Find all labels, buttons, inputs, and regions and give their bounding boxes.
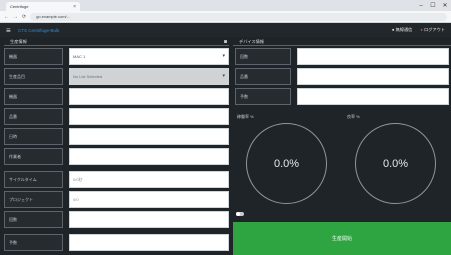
text-field[interactable]	[69, 211, 229, 228]
logout-label: ログアウト	[424, 27, 445, 32]
field-label: 品番	[4, 108, 63, 125]
text-field[interactable]	[297, 68, 449, 85]
field-label: 予数	[4, 234, 63, 251]
tab-title: Centrifuge	[10, 4, 29, 9]
header-actions: ● 無線通信 ● ログアウト	[392, 27, 445, 33]
field-label: 品番	[235, 68, 291, 85]
text-field[interactable]	[69, 128, 229, 145]
reload-icon[interactable]: ⟳	[22, 14, 26, 20]
field-placeholder: 0/0秒	[73, 176, 83, 182]
machine-select[interactable]: MAC 1	[69, 48, 229, 65]
logout-button[interactable]: ● ログアウト	[420, 27, 445, 33]
app-header: ≡ CTS Centrifuge-Bulk ● 無線通信 ● ログアウト	[0, 23, 451, 37]
panel-title: 生産情報	[10, 38, 27, 44]
field-label: 作業者	[4, 148, 63, 165]
device-row: 予数	[235, 88, 449, 105]
maximize-icon[interactable]: ☐	[427, 2, 439, 9]
form-row: 機器 MAC 1	[4, 48, 229, 65]
hamburger-menu-icon[interactable]: ≡	[6, 26, 18, 35]
field-label: 機器	[4, 88, 63, 105]
form-row: プロジェクト 0/0	[4, 191, 229, 208]
device-row: 回数	[235, 48, 449, 65]
text-field[interactable]	[297, 88, 449, 105]
field-placeholder: 0/0	[73, 197, 79, 202]
text-field[interactable]: 0/0秒	[69, 171, 229, 188]
text-field[interactable]	[69, 148, 229, 165]
text-field[interactable]	[69, 108, 229, 125]
field-label: 予数	[235, 88, 291, 105]
field-label: プロジェクト	[4, 191, 63, 208]
field-label: 生産品目	[4, 68, 63, 85]
panel-title: デバイス情報	[239, 38, 264, 44]
production-info-panel: 生産情報 ◙ 機器 MAC 1 生産品目 No List Selected 機器…	[4, 38, 229, 255]
field-label: 回数	[235, 48, 291, 65]
camera-icon[interactable]: ◙	[224, 39, 227, 45]
device-info-header: デバイス情報	[233, 38, 451, 46]
form-row: 機器	[4, 88, 229, 105]
address-bar: ← → ⟳ go.example.com/...	[0, 11, 451, 23]
connection-status: ● 無線通信	[391, 27, 413, 32]
minimize-icon[interactable]: –	[415, 3, 427, 9]
form-row: 生産品目 No List Selected	[4, 68, 229, 85]
text-field[interactable]	[297, 48, 449, 65]
toggle-switch[interactable]	[236, 212, 244, 216]
device-row: 品番	[235, 68, 449, 85]
logout-icon: ●	[420, 27, 423, 32]
app-brand: CTS Centrifuge-Bulk	[18, 27, 60, 33]
text-field[interactable]	[69, 88, 229, 105]
production-info-header: 生産情報 ◙	[4, 38, 229, 46]
yield-rate-gauge: 0.0%	[355, 123, 436, 204]
form-row: 作業者	[4, 148, 229, 165]
gauge-value: 0.0%	[382, 157, 409, 170]
form-row: 回数	[4, 211, 229, 228]
form-row: 日時	[4, 128, 229, 145]
browser-tab-strip: Centrifuge × – ☐ ✕	[0, 0, 451, 11]
form-row: 予数	[4, 234, 229, 251]
forward-icon[interactable]: →	[13, 14, 18, 20]
window-close-icon[interactable]: ✕	[439, 2, 451, 9]
field-label: 日時	[4, 128, 63, 145]
start-production-button[interactable]: 生産開始	[233, 222, 451, 255]
close-icon[interactable]: ×	[73, 4, 76, 10]
product-select[interactable]: No List Selected	[69, 68, 229, 85]
operation-rate-gauge: 0.0%	[246, 123, 327, 204]
window-controls: – ☐ ✕	[415, 0, 451, 11]
text-field[interactable]	[69, 234, 229, 251]
gauge-label: 稼働率 %	[237, 114, 254, 119]
field-label: 機器	[4, 48, 63, 65]
gauge-label: 良率 %	[347, 114, 360, 119]
browser-tab[interactable]: Centrifuge ×	[6, 2, 80, 11]
field-label: サイクルタイム	[4, 171, 63, 188]
url-field[interactable]: go.example.com/...	[30, 12, 447, 21]
form-row: 品番	[4, 108, 229, 125]
back-icon[interactable]: ←	[4, 14, 9, 20]
form-row: サイクルタイム 0/0秒	[4, 171, 229, 188]
field-label: 回数	[4, 211, 63, 228]
gauge-value: 0.0%	[273, 157, 300, 170]
text-field[interactable]: 0/0	[69, 191, 229, 208]
